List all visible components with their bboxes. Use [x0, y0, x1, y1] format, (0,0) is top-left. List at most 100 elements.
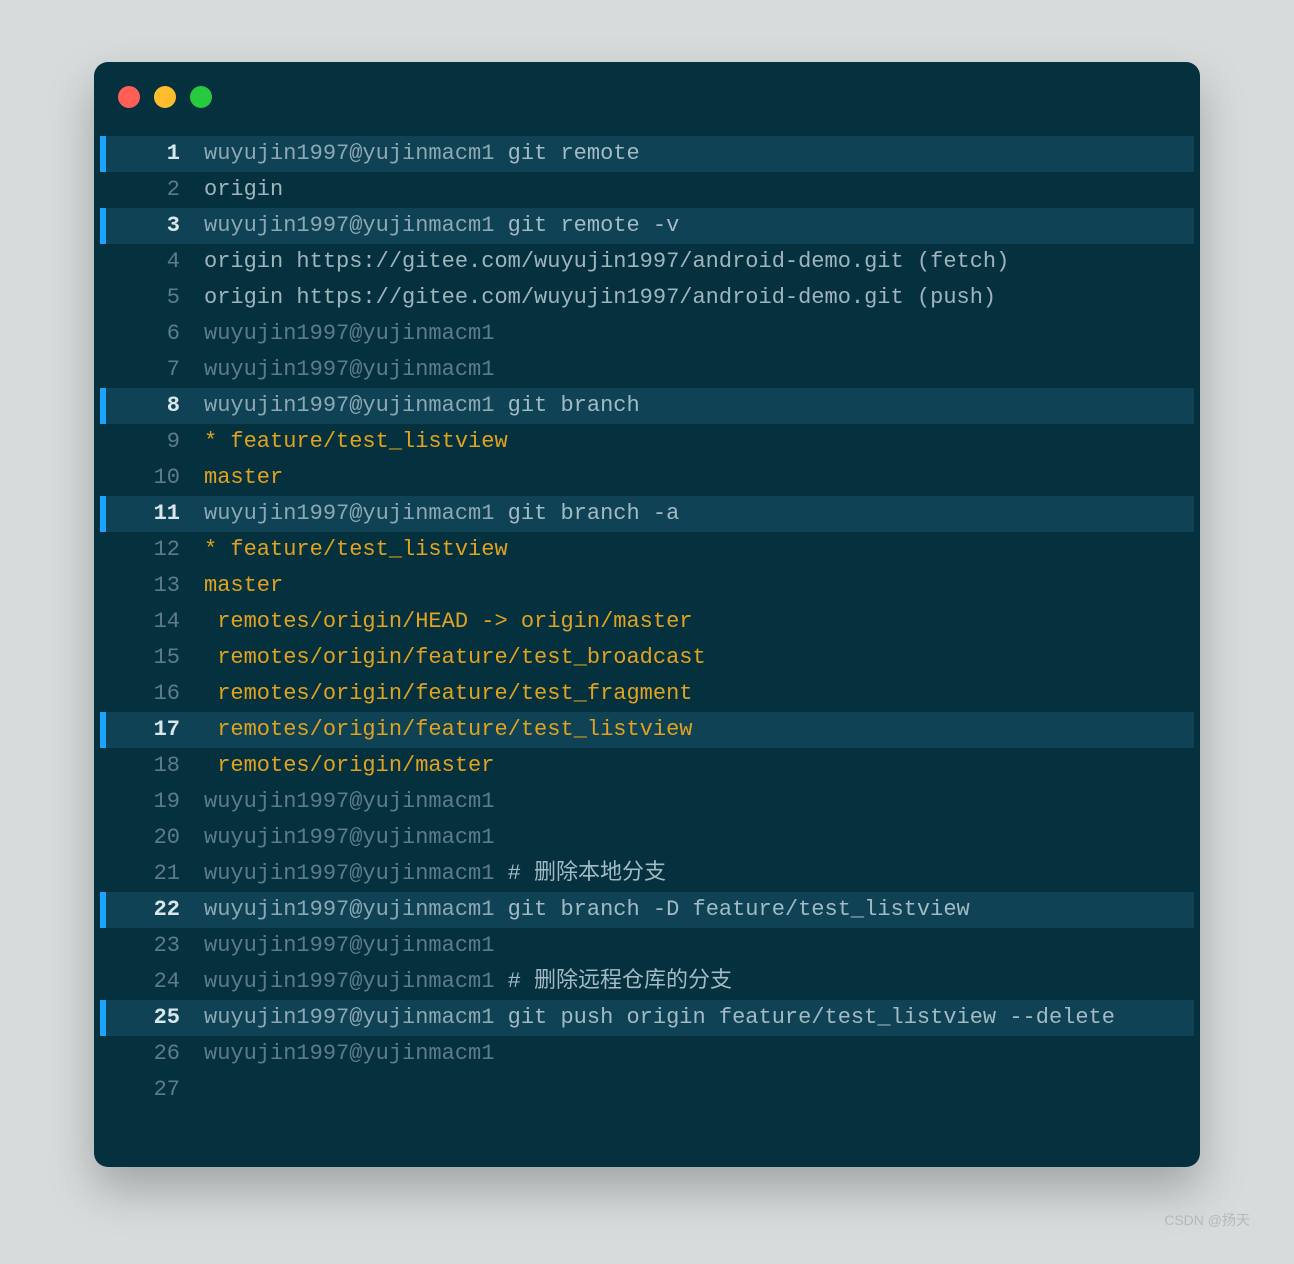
line-content: wuyujin1997@yujinmacm1 # 删除远程仓库的分支 [198, 964, 1194, 1000]
line-number: 7 [106, 352, 198, 388]
line-content: wuyujin1997@yujinmacm1 [198, 1036, 1194, 1072]
code-line: 1wuyujin1997@yujinmacm1 git remote [100, 136, 1194, 172]
maximize-icon[interactable] [190, 86, 212, 108]
line-content: wuyujin1997@yujinmacm1 # 删除本地分支 [198, 856, 1194, 892]
shell-output: remotes/origin/master [204, 753, 494, 778]
line-number: 19 [106, 784, 198, 820]
line-content: wuyujin1997@yujinmacm1 git push origin f… [198, 1000, 1194, 1036]
line-content: wuyujin1997@yujinmacm1 [198, 820, 1194, 856]
shell-command: git remote -v [494, 213, 679, 238]
shell-command: git branch -D feature/test_listview [494, 897, 969, 922]
shell-command: # 删除本地分支 [494, 861, 666, 886]
line-number: 12 [106, 532, 198, 568]
line-content: master [198, 460, 1194, 496]
code-line: 21wuyujin1997@yujinmacm1 # 删除本地分支 [100, 856, 1194, 892]
line-content: * feature/test_listview [198, 532, 1194, 568]
line-number: 24 [106, 964, 198, 1000]
code-line: 10master [100, 460, 1194, 496]
code-line: 23wuyujin1997@yujinmacm1 [100, 928, 1194, 964]
code-line: 6wuyujin1997@yujinmacm1 [100, 316, 1194, 352]
code-line: 11wuyujin1997@yujinmacm1 git branch -a [100, 496, 1194, 532]
code-line: 18 remotes/origin/master [100, 748, 1194, 784]
code-line: 7wuyujin1997@yujinmacm1 [100, 352, 1194, 388]
code-line: 2origin [100, 172, 1194, 208]
code-line: 22wuyujin1997@yujinmacm1 git branch -D f… [100, 892, 1194, 928]
line-content: wuyujin1997@yujinmacm1 [198, 784, 1194, 820]
shell-prompt: wuyujin1997@yujinmacm1 [204, 213, 494, 238]
shell-output: remotes/origin/feature/test_listview [204, 717, 692, 742]
line-content: remotes/origin/feature/test_broadcast [198, 640, 1194, 676]
code-line: 19wuyujin1997@yujinmacm1 [100, 784, 1194, 820]
shell-output: remotes/origin/HEAD -> origin/master [204, 609, 692, 634]
line-content: remotes/origin/master [198, 748, 1194, 784]
line-content: wuyujin1997@yujinmacm1 git remote -v [198, 208, 1194, 244]
code-line: 12* feature/test_listview [100, 532, 1194, 568]
shell-prompt: wuyujin1997@yujinmacm1 [204, 789, 494, 814]
code-line: 5origin https://gitee.com/wuyujin1997/an… [100, 280, 1194, 316]
line-content: master [198, 568, 1194, 604]
code-line: 15 remotes/origin/feature/test_broadcast [100, 640, 1194, 676]
line-content: origin https://gitee.com/wuyujin1997/and… [198, 280, 1194, 316]
line-number: 17 [106, 712, 198, 748]
code-line: 4origin https://gitee.com/wuyujin1997/an… [100, 244, 1194, 280]
line-number: 23 [106, 928, 198, 964]
code-line: 13master [100, 568, 1194, 604]
shell-prompt: wuyujin1997@yujinmacm1 [204, 141, 494, 166]
line-content: origin [198, 172, 1194, 208]
shell-output: * feature/test_listview [204, 429, 508, 454]
shell-output: origin https://gitee.com/wuyujin1997/and… [204, 285, 996, 310]
shell-output: remotes/origin/feature/test_fragment [204, 681, 692, 706]
shell-command: # 删除远程仓库的分支 [494, 969, 732, 994]
line-number: 14 [106, 604, 198, 640]
shell-output: origin [204, 177, 283, 202]
line-number: 6 [106, 316, 198, 352]
shell-output: origin https://gitee.com/wuyujin1997/and… [204, 249, 1009, 274]
shell-output: master [204, 465, 283, 490]
shell-command: git branch -a [494, 501, 679, 526]
line-number: 26 [106, 1036, 198, 1072]
line-number: 20 [106, 820, 198, 856]
code-line: 14 remotes/origin/HEAD -> origin/master [100, 604, 1194, 640]
shell-prompt: wuyujin1997@yujinmacm1 [204, 1041, 494, 1066]
shell-output: * feature/test_listview [204, 537, 508, 562]
line-content [198, 1072, 1194, 1108]
shell-prompt: wuyujin1997@yujinmacm1 [204, 897, 494, 922]
line-content: wuyujin1997@yujinmacm1 git branch -a [198, 496, 1194, 532]
shell-prompt: wuyujin1997@yujinmacm1 [204, 321, 494, 346]
line-number: 10 [106, 460, 198, 496]
line-number: 16 [106, 676, 198, 712]
shell-output: remotes/origin/feature/test_broadcast [204, 645, 706, 670]
code-line: 8wuyujin1997@yujinmacm1 git branch [100, 388, 1194, 424]
watermark: CSDN @扬天 [1164, 1210, 1250, 1230]
code-area: 1wuyujin1997@yujinmacm1 git remote2origi… [100, 136, 1194, 1108]
code-line: 25wuyujin1997@yujinmacm1 git push origin… [100, 1000, 1194, 1036]
window-controls [118, 86, 212, 108]
line-content: remotes/origin/feature/test_listview [198, 712, 1194, 748]
line-content: wuyujin1997@yujinmacm1 git remote [198, 136, 1194, 172]
line-number: 11 [106, 496, 198, 532]
line-content: origin https://gitee.com/wuyujin1997/and… [198, 244, 1194, 280]
line-number: 27 [106, 1072, 198, 1108]
line-number: 9 [106, 424, 198, 460]
code-line: 17 remotes/origin/feature/test_listview [100, 712, 1194, 748]
shell-prompt: wuyujin1997@yujinmacm1 [204, 393, 494, 418]
shell-command: git remote [494, 141, 639, 166]
minimize-icon[interactable] [154, 86, 176, 108]
code-line: 9* feature/test_listview [100, 424, 1194, 460]
shell-prompt: wuyujin1997@yujinmacm1 [204, 501, 494, 526]
line-content: wuyujin1997@yujinmacm1 [198, 352, 1194, 388]
line-content: remotes/origin/feature/test_fragment [198, 676, 1194, 712]
code-line: 26wuyujin1997@yujinmacm1 [100, 1036, 1194, 1072]
shell-command: git branch [494, 393, 639, 418]
terminal-window: 1wuyujin1997@yujinmacm1 git remote2origi… [94, 62, 1200, 1167]
line-number: 15 [106, 640, 198, 676]
shell-output: master [204, 573, 283, 598]
line-content: * feature/test_listview [198, 424, 1194, 460]
line-content: wuyujin1997@yujinmacm1 git branch -D fea… [198, 892, 1194, 928]
line-number: 2 [106, 172, 198, 208]
close-icon[interactable] [118, 86, 140, 108]
line-content: wuyujin1997@yujinmacm1 git branch [198, 388, 1194, 424]
code-line: 3wuyujin1997@yujinmacm1 git remote -v [100, 208, 1194, 244]
shell-prompt: wuyujin1997@yujinmacm1 [204, 933, 494, 958]
line-content: wuyujin1997@yujinmacm1 [198, 316, 1194, 352]
